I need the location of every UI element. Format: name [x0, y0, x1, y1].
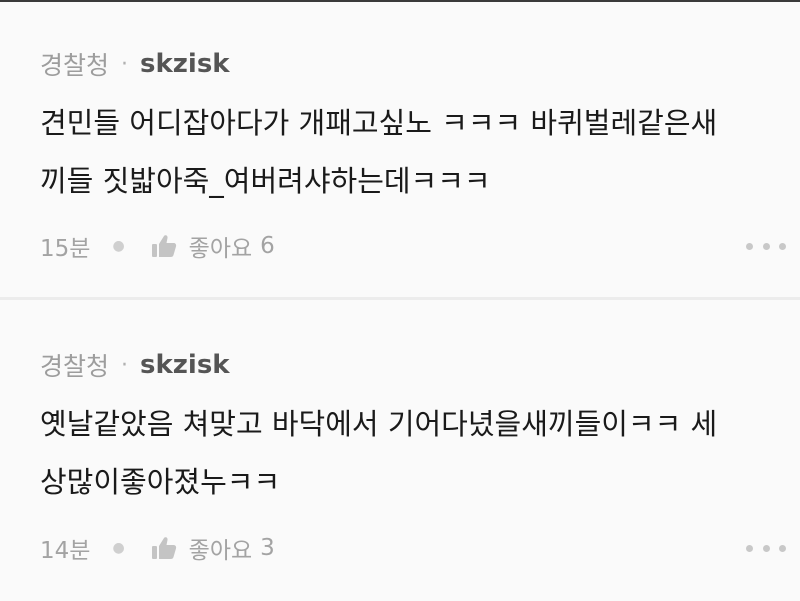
comment-body: 옛날같았음 쳐맞고 바닥에서 기어다녔을새끼들이ㅋㅋ 세 상많이좋아졌누ㅋㅋ: [40, 395, 800, 511]
comment-meta: 경찰청 · skzisk: [40, 47, 230, 81]
dot: [762, 242, 770, 250]
dot: [779, 242, 786, 250]
comment-footer: 14분 ● 좋아요 3: [40, 531, 275, 565]
dot: [779, 544, 786, 552]
comment-time: 15분: [40, 236, 91, 262]
comment-body-line: 옛날같았음 쳐맞고 바닥에서 기어다녔을새끼들이ㅋㅋ 세: [40, 407, 718, 441]
comment-body-line: 끼들 짓밟아죽_여버려샤하는데ㅋㅋㅋ: [40, 164, 491, 198]
comment-body-line: 견민들 어디잡아다가 개패고싶노 ㅋㅋㅋ 바퀴벌레같은새: [40, 106, 718, 140]
meta-separator: ·: [121, 352, 129, 378]
more-dots-icon[interactable]: [746, 236, 786, 256]
dot: [746, 544, 753, 552]
meta-separator: ·: [121, 51, 129, 77]
more-dots-icon[interactable]: [746, 538, 786, 558]
comment-body-line: 상많이좋아졌누ㅋㅋ: [40, 465, 281, 499]
like-count: 6: [260, 233, 275, 259]
author-username[interactable]: skzisk: [140, 49, 230, 79]
dot: [746, 242, 753, 250]
like-button[interactable]: 좋아요 3: [151, 531, 275, 565]
thumbs-up-icon: [151, 234, 177, 258]
author-agency: 경찰청: [40, 352, 110, 381]
like-label: 좋아요: [188, 236, 253, 262]
like-label: 좋아요: [188, 538, 253, 564]
like-button[interactable]: 좋아요 6: [151, 229, 275, 263]
footer-dot: ●: [112, 238, 125, 254]
dot: [762, 544, 770, 552]
comment-body: 견민들 어디잡아다가 개패고싶노 ㅋㅋㅋ 바퀴벌레같은새 끼들 짓밟아죽_여버려…: [40, 94, 800, 210]
thumbs-up-icon: [151, 536, 177, 560]
comment-time: 14분: [40, 538, 91, 564]
footer-dot: ●: [112, 540, 125, 556]
author-agency: 경찰청: [40, 51, 110, 80]
author-username[interactable]: skzisk: [140, 350, 230, 380]
comment-footer: 15분 ● 좋아요 6: [40, 229, 275, 263]
comment-meta: 경찰청 · skzisk: [40, 348, 230, 382]
comment-item: 경찰청 · skzisk 옛날같았음 쳐맞고 바닥에서 기어다녔을새끼들이ㅋㅋ …: [0, 300, 800, 601]
comment-item: 경찰청 · skzisk 견민들 어디잡아다가 개패고싶노 ㅋㅋㅋ 바퀴벌레같은…: [0, 0, 800, 298]
like-count: 3: [260, 535, 275, 561]
